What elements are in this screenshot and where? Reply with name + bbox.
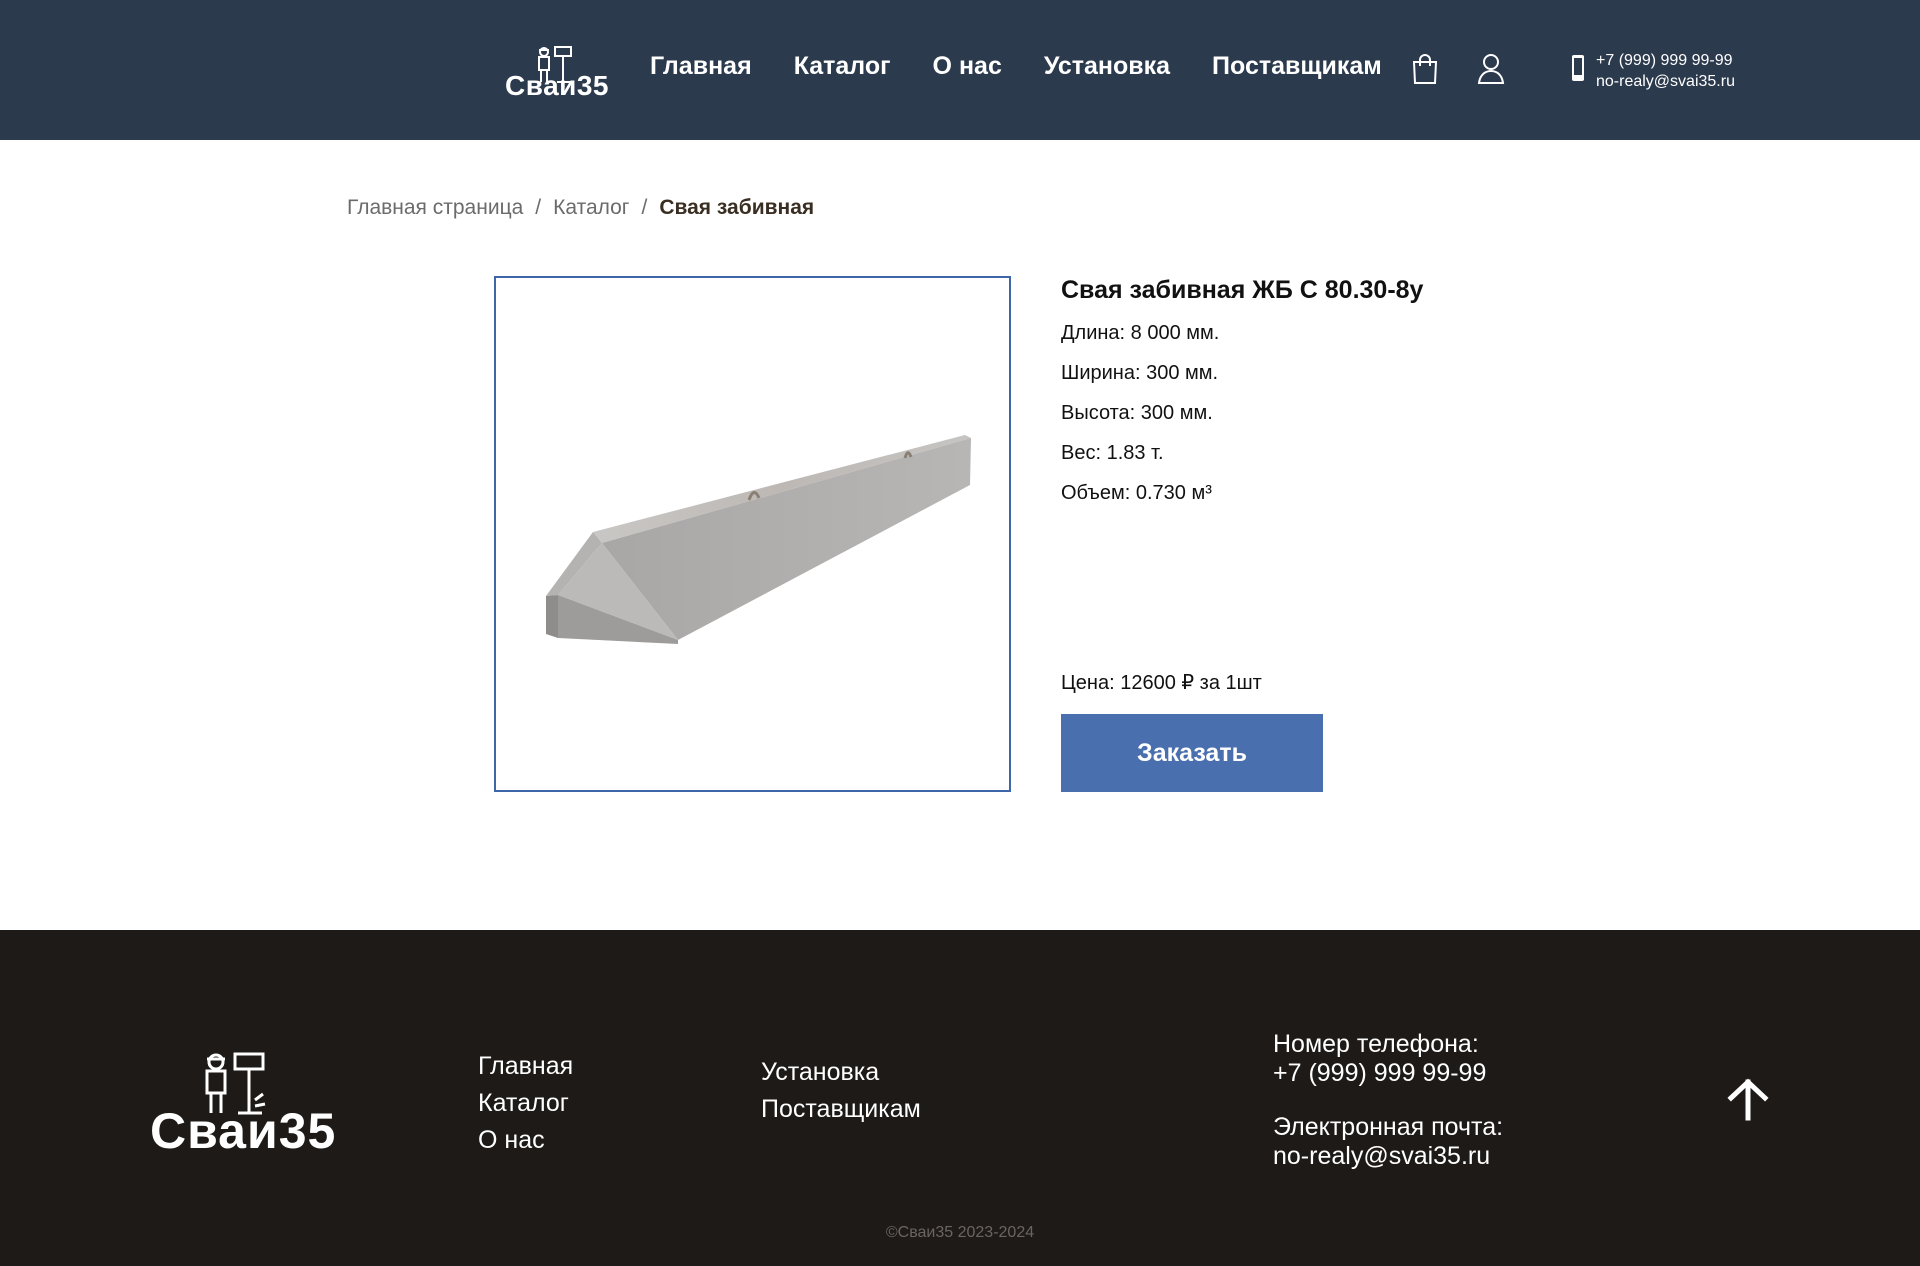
concrete-pile-image: [546, 435, 971, 644]
header-phone[interactable]: +7 (999) 999 99-99: [1596, 50, 1735, 71]
nav-link-about[interactable]: О нас: [933, 52, 1002, 81]
spec-width: Ширина: 300 мм.: [1061, 362, 1219, 384]
user-icon[interactable]: [1476, 52, 1506, 86]
footer-link-installation[interactable]: Установка: [761, 1054, 921, 1091]
spec-length: Длина: 8 000 мм.: [1061, 322, 1220, 344]
footer-contact: Номер телефона: +7 (999) 999 99-99 Элект…: [1273, 1030, 1503, 1196]
footer-nav-col-1: Главная Каталог О нас: [478, 1048, 573, 1159]
footer-link-home[interactable]: Главная: [478, 1048, 573, 1085]
site-footer: Сваи35 Главная Каталог О нас Установка П…: [0, 930, 1920, 1266]
copyright: ©Сваи35 2023-2024: [885, 1224, 1035, 1241]
footer-logo-text: Сваи35: [150, 1103, 337, 1159]
logo-text: Сваи35: [505, 70, 609, 101]
nav-link-suppliers[interactable]: Поставщикам: [1212, 52, 1382, 81]
footer-phone-label: Номер телефона:: [1273, 1030, 1479, 1058]
footer-email[interactable]: no-realy@svai35.ru: [1273, 1142, 1503, 1171]
spec-volume: Объем: 0.730 м³: [1061, 482, 1212, 504]
logo[interactable]: Сваи35: [505, 42, 611, 102]
spec-height: Высота: 300 мм.: [1061, 402, 1213, 424]
shopping-bag-icon[interactable]: [1410, 52, 1440, 86]
breadcrumb-home[interactable]: Главная страница: [347, 196, 523, 219]
product-info: Свая забивная ЖБ С 80.30-8у Длина: 8 000…: [1061, 276, 1423, 505]
footer-link-about[interactable]: О нас: [478, 1122, 573, 1159]
product-image-frame: [494, 276, 1011, 792]
breadcrumb-separator: /: [641, 196, 648, 219]
footer-link-suppliers[interactable]: Поставщикам: [761, 1091, 921, 1128]
product-price: Цена: 12600 ₽ за 1шт: [1061, 672, 1262, 694]
scroll-to-top-icon[interactable]: [1725, 1076, 1771, 1122]
breadcrumb: Главная страница / Каталог / Свая забивная: [347, 196, 814, 220]
breadcrumb-catalog[interactable]: Каталог: [553, 196, 629, 219]
nav-link-home[interactable]: Главная: [650, 52, 752, 81]
header-email[interactable]: no-realy@svai35.ru: [1596, 71, 1735, 92]
order-button[interactable]: Заказать: [1061, 714, 1323, 792]
spec-weight: Вес: 1.83 т.: [1061, 442, 1164, 464]
footer-nav-col-2: Установка Поставщикам: [761, 1054, 921, 1128]
mobile-phone-icon: [1572, 55, 1584, 81]
breadcrumb-current: Свая забивная: [659, 196, 815, 219]
nav-link-installation[interactable]: Установка: [1044, 52, 1170, 81]
product-title: Свая забивная ЖБ С 80.30-8у: [1061, 276, 1424, 304]
breadcrumb-separator: /: [535, 196, 542, 219]
footer-email-label: Электронная почта:: [1273, 1113, 1504, 1141]
main-nav: Главная Каталог О нас Установка Поставщи…: [650, 52, 1424, 81]
site-header: Сваи35 Главная Каталог О нас Установка П…: [0, 0, 1920, 140]
footer-link-catalog[interactable]: Каталог: [478, 1085, 573, 1122]
footer-logo[interactable]: Сваи35: [150, 1050, 350, 1170]
footer-phone[interactable]: +7 (999) 999 99-99: [1273, 1059, 1503, 1088]
nav-link-catalog[interactable]: Каталог: [794, 52, 891, 81]
